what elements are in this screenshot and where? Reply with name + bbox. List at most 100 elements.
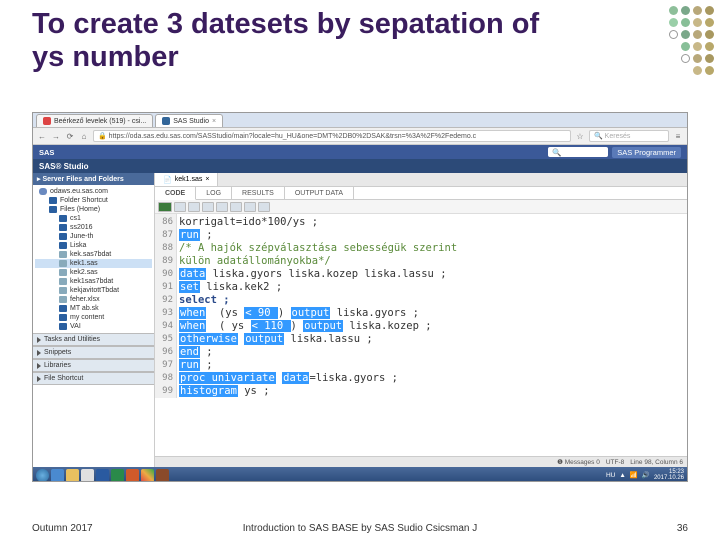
reload-icon[interactable]: ⟳ xyxy=(65,131,75,141)
home-icon[interactable]: ⌂ xyxy=(79,131,89,141)
toolbar-button[interactable] xyxy=(188,202,200,212)
taskbar-ppt-icon[interactable] xyxy=(126,469,139,482)
tree-item-label: ss2016 xyxy=(70,224,93,231)
tree-item-label: cs1 xyxy=(70,215,81,222)
footer-left: Outumn 2017 xyxy=(32,523,93,534)
menu-icon[interactable]: ≡ xyxy=(673,131,683,141)
toolbar-button[interactable] xyxy=(230,202,242,212)
tree-item[interactable]: kek1sas7bdat xyxy=(35,277,152,286)
file-icon xyxy=(59,260,67,267)
toolbar-button[interactable] xyxy=(202,202,214,212)
folder-o-icon xyxy=(59,215,67,222)
taskbar-ie-icon[interactable] xyxy=(51,469,64,482)
tree-item[interactable]: Files (Home) xyxy=(35,205,152,214)
taskbar-app-icon[interactable] xyxy=(156,469,169,482)
tab-code[interactable]: CODE xyxy=(155,187,196,200)
sidebar-fileshortcut[interactable]: File Shortcut xyxy=(33,372,154,385)
browser-tabstrip: Beérkező levelek (519) - csi... SAS Stud… xyxy=(33,113,687,128)
tree-item[interactable]: kek2.sas xyxy=(35,268,152,277)
sidebar: ▸ Server Files and Folders odaws.eu.sas.… xyxy=(33,173,155,467)
tree-item[interactable]: feher.xlsx xyxy=(35,295,152,304)
browser-toolbar: ← → ⟳ ⌂ 🔒 https://oda.sas.edu.sas.com/SA… xyxy=(33,128,687,145)
tree-item[interactable]: ss2016 xyxy=(35,223,152,232)
messages-indicator[interactable]: ❶ Messages 0 xyxy=(557,458,600,466)
corner-decoration xyxy=(669,6,714,75)
tab-results[interactable]: RESULTS xyxy=(232,187,285,199)
toolbar-button[interactable] xyxy=(216,202,228,212)
cloud-icon xyxy=(39,188,47,195)
browser-search[interactable]: 🔍 Keresés xyxy=(589,130,669,142)
tree-item[interactable]: MT ab.sk xyxy=(35,304,152,313)
tree-item-label: my content xyxy=(70,314,104,321)
forward-icon[interactable]: → xyxy=(51,131,61,141)
sas-logo: SAS xyxy=(39,148,54,157)
tray-icon[interactable]: ▲ xyxy=(619,472,625,479)
studio-titlebar: SAS® Studio xyxy=(33,159,687,173)
save-button[interactable] xyxy=(174,202,186,212)
taskbar-explorer-icon[interactable] xyxy=(66,469,79,482)
taskbar-chrome-icon[interactable] xyxy=(141,469,154,482)
tree-item[interactable]: cs1 xyxy=(35,214,152,223)
sidebar-snippets[interactable]: Snippets xyxy=(33,346,154,359)
folder-o-icon xyxy=(59,323,67,330)
sound-icon[interactable]: 🔊 xyxy=(642,471,650,479)
taskbar-excel-icon[interactable] xyxy=(111,469,124,482)
slide-number: 36 xyxy=(677,523,688,534)
address-bar[interactable]: 🔒 https://oda.sas.edu.sas.com/SASStudio/… xyxy=(93,130,571,142)
tree-item[interactable]: Liska xyxy=(35,241,152,250)
file-icon xyxy=(59,251,67,258)
close-icon[interactable]: × xyxy=(205,176,209,183)
tree-item[interactable]: kek1.sas xyxy=(35,259,152,268)
browser-tab-gmail[interactable]: Beérkező levelek (519) - csi... xyxy=(36,114,153,127)
tree-item[interactable]: VAI xyxy=(35,322,152,331)
sas-search[interactable]: 🔍 xyxy=(548,147,608,157)
network-icon[interactable]: 📶 xyxy=(630,471,638,479)
sidebar-tasks[interactable]: Tasks and Utilities xyxy=(33,333,154,346)
toolbar-button[interactable] xyxy=(244,202,256,212)
taskbar-word-icon[interactable] xyxy=(96,469,109,482)
file-tab-kek1[interactable]: 📄 kek1.sas × xyxy=(155,173,218,186)
editor-toolbar xyxy=(155,200,687,214)
close-icon[interactable]: × xyxy=(212,118,216,125)
tree-item[interactable]: Folder Shortcut xyxy=(35,196,152,205)
tree-item-label: Files (Home) xyxy=(60,206,100,213)
tree-item[interactable]: kekjavitottTbdat xyxy=(35,286,152,295)
tree-item-label: feher.xlsx xyxy=(70,296,100,303)
tree-item[interactable]: kek.sas7bdat xyxy=(35,250,152,259)
tree-item-label: Folder Shortcut xyxy=(60,197,108,204)
footer-center: Introduction to SAS BASE by SAS Sudio Cs… xyxy=(210,523,510,534)
tab-log[interactable]: LOG xyxy=(196,187,232,199)
toolbar-button[interactable] xyxy=(258,202,270,212)
clock[interactable]: 15:232017.10.26 xyxy=(654,469,684,481)
encoding-label: UTF-8 xyxy=(606,459,624,466)
folder-o-icon xyxy=(59,305,67,312)
sas-header: SAS 🔍 SAS Programmer xyxy=(33,145,687,159)
code-body[interactable]: korrigalt=ido*100/ys ; run ; /* A hajók … xyxy=(179,214,687,398)
signout-button[interactable]: SAS Programmer xyxy=(612,147,681,158)
sub-tabs: CODE LOG RESULTS OUTPUT DATA xyxy=(155,187,687,200)
tree-item[interactable]: June-th xyxy=(35,232,152,241)
sidebar-libraries[interactable]: Libraries xyxy=(33,359,154,372)
tab-outputdata[interactable]: OUTPUT DATA xyxy=(285,187,354,199)
code-editor[interactable]: 86 87 88 89 90 91 92 93 94 95 96 97 98 9… xyxy=(155,214,687,456)
file-icon xyxy=(59,278,67,285)
file-icon xyxy=(59,287,67,294)
lang-indicator[interactable]: HU xyxy=(606,472,615,479)
tree-item[interactable]: odaws.eu.sas.com xyxy=(35,187,152,196)
run-button[interactable] xyxy=(158,202,172,212)
taskbar-totalcmd-icon[interactable] xyxy=(81,469,94,482)
sidebar-header[interactable]: ▸ Server Files and Folders xyxy=(33,173,154,185)
tree-item[interactable]: my content xyxy=(35,313,152,322)
browser-tab-sas[interactable]: SAS Studio× xyxy=(155,114,223,127)
folder-o-icon xyxy=(59,242,67,249)
tree-item-label: kek1sas7bdat xyxy=(70,278,113,285)
star-icon[interactable]: ☆ xyxy=(575,131,585,141)
slide-footer: Outumn 2017 Introduction to SAS BASE by … xyxy=(0,523,720,534)
folder-o-icon xyxy=(59,314,67,321)
start-button[interactable] xyxy=(36,469,49,482)
status-bar: ❶ Messages 0 UTF-8 Line 98, Column 6 xyxy=(155,456,687,467)
tree-item-label: Liska xyxy=(70,242,86,249)
back-icon[interactable]: ← xyxy=(37,131,47,141)
tree-item-label: kekjavitottTbdat xyxy=(70,287,119,294)
tree-item-label: kek2.sas xyxy=(70,269,98,276)
